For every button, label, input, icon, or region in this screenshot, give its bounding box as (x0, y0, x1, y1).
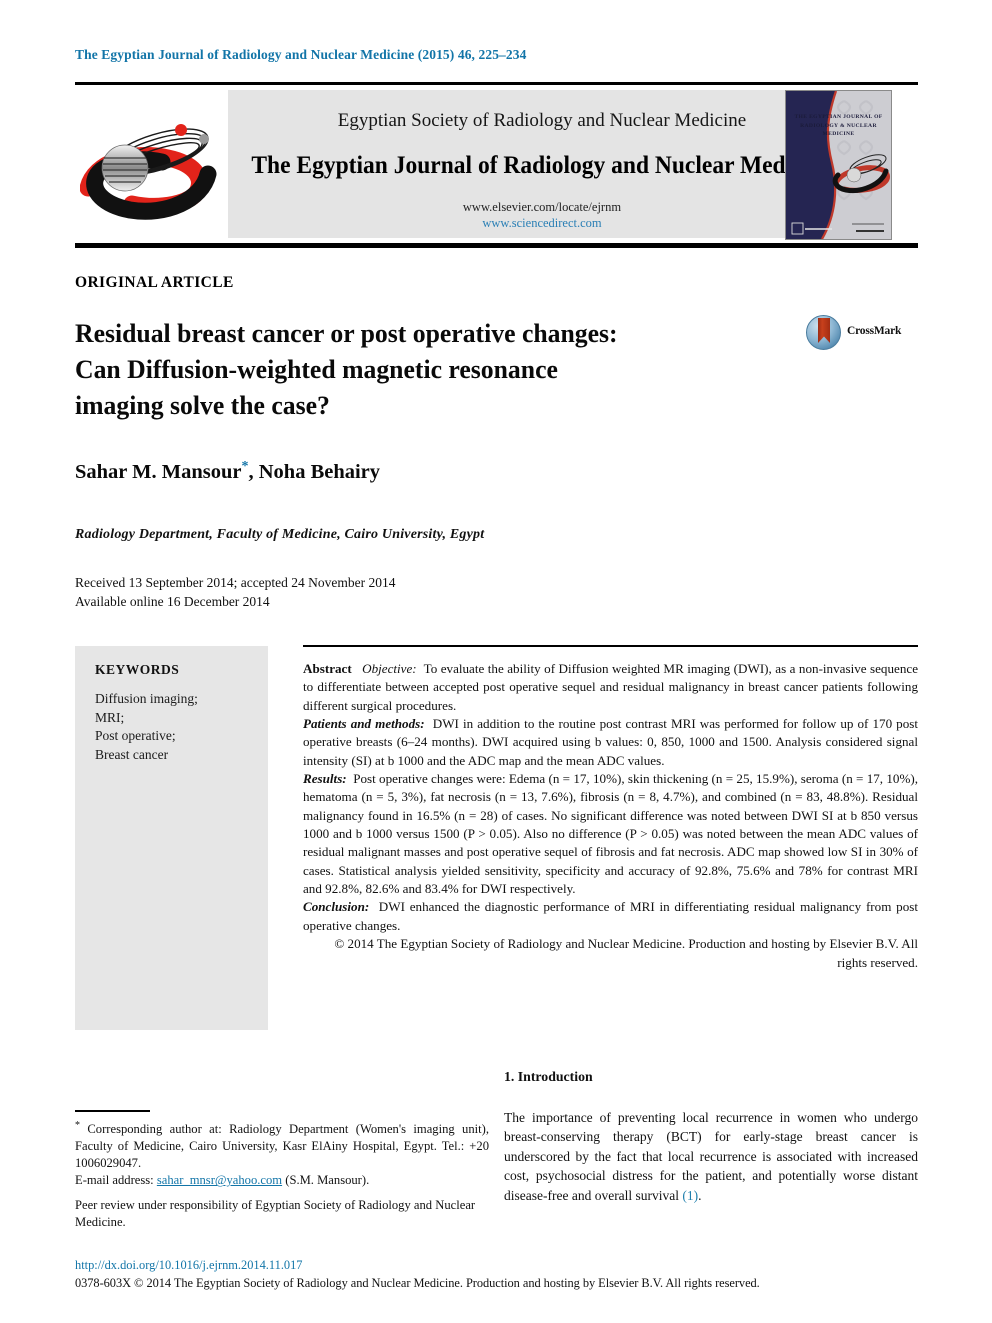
crossmark-badge[interactable]: CrossMark (806, 313, 902, 353)
results-text: Post operative changes were: Edema (n = … (303, 771, 918, 897)
abstract-conclusion: Conclusion: DWI enhanced the diagnostic … (303, 898, 918, 935)
email-note: E-mail address: sahar_mnsr@yahoo.com (S.… (75, 1172, 489, 1189)
elsevier-url[interactable]: www.elsevier.com/locate/ejrnm (228, 200, 856, 215)
sciencedirect-url[interactable]: www.sciencedirect.com (228, 216, 856, 231)
introduction-text-tail: . (698, 1187, 702, 1203)
keywords-heading: KEYWORDS (95, 662, 180, 677)
abstract-results: Results: Post operative changes were: Ed… (303, 770, 918, 898)
reference-link-1[interactable]: (1) (682, 1188, 698, 1203)
corresponding-author-note: * Corresponding author at: Radiology Dep… (75, 1117, 489, 1172)
keywords-list: Diffusion imaging; MRI; Post operative; … (95, 690, 198, 764)
corresponding-author-text: Corresponding author at: Radiology Depar… (75, 1122, 489, 1171)
society-name: Egyptian Society of Radiology and Nuclea… (337, 110, 747, 131)
author-list: Sahar M. Mansour*, Noha Behairy (75, 459, 380, 484)
journal-cover-thumbnail: THE EGYPTIAN JOURNAL OF RADIOLOGY & NUCL… (785, 90, 892, 240)
keyword-item: Breast cancer (95, 746, 169, 762)
doi-link[interactable]: http://dx.doi.org/10.1016/j.ejrnm.2014.1… (75, 1258, 303, 1273)
author-secondary: , Noha Behairy (248, 460, 381, 483)
footnotes: * Corresponding author at: Radiology Dep… (75, 1117, 489, 1231)
publication-dates: Received 13 September 2014; accepted 24 … (75, 573, 396, 611)
abstract-copyright: © 2014 The Egyptian Society of Radiology… (334, 936, 918, 970)
title-line-1: Residual breast cancer or post operative… (75, 318, 618, 348)
egyptian-society-radiology-logo (79, 96, 220, 234)
article-type-label: ORIGINAL ARTICLE (75, 274, 234, 291)
introduction-heading: 1. Introduction (504, 1069, 593, 1084)
introduction-body: The importance of preventing local recur… (504, 1108, 918, 1205)
email-label: E-mail address: (75, 1173, 154, 1188)
author-primary: Sahar M. Mansour (75, 460, 242, 483)
conclusion-label: Conclusion: (303, 899, 370, 915)
title-line-2: Can Diffusion-weighted magnetic resonanc… (75, 354, 558, 384)
journal-masthead: Egyptian Society of Radiology and Nuclea… (75, 90, 918, 240)
email-link[interactable]: sahar_mnsr@yahoo.com (157, 1173, 282, 1187)
abstract: Abstract Objective: To evaluate the abil… (303, 660, 918, 972)
header-rule-top (75, 82, 918, 85)
methods-label: Patients and methods: (303, 716, 425, 732)
page-title: Residual breast cancer or post operative… (75, 315, 696, 423)
conclusion-text: DWI enhanced the diagnostic performance … (303, 899, 919, 933)
article-first-page: The Egyptian Journal of Radiology and Nu… (0, 0, 992, 1323)
keyword-item: MRI; (95, 709, 125, 725)
keyword-item: Diffusion imaging; (95, 691, 198, 706)
crossmark-label: CrossMark (847, 325, 902, 337)
title-line-3: imaging solve the case? (75, 390, 330, 420)
footnote-rule (75, 1110, 150, 1112)
abstract-methods: Patients and methods: DWI in addition to… (303, 715, 918, 770)
abstract-rule (303, 645, 918, 647)
affiliation: Radiology Department, Faculty of Medicin… (75, 527, 485, 542)
results-label: Results: (303, 771, 347, 787)
email-suffix: (S.M. Mansour). (285, 1173, 370, 1188)
keyword-item: Post operative; (95, 728, 176, 743)
introduction-text: The importance of preventing local recur… (504, 1110, 918, 1203)
journal-title: The Egyptian Journal of Radiology and Nu… (251, 152, 833, 179)
cover-caption: THE EGYPTIAN JOURNAL OF RADIOLOGY & NUCL… (794, 114, 883, 138)
header-rule-bottom (75, 243, 918, 248)
available-online-date: Available online 16 December 2014 (75, 594, 270, 609)
keywords-box: KEYWORDS Diffusion imaging; MRI; Post op… (75, 646, 268, 1030)
received-date: Received 13 September 2014; accepted 24 … (75, 575, 396, 590)
peer-review-note: Peer review under responsibility of Egyp… (75, 1197, 476, 1229)
footnote-star-marker: * (75, 1120, 80, 1131)
objective-label: Objective: (362, 661, 417, 676)
issn-copyright-line: 0378-603X © 2014 The Egyptian Society of… (75, 1276, 760, 1290)
running-head: The Egyptian Journal of Radiology and Nu… (75, 47, 527, 62)
abstract-objective: Abstract Objective: To evaluate the abil… (303, 660, 918, 715)
abstract-label: Abstract (303, 661, 352, 676)
